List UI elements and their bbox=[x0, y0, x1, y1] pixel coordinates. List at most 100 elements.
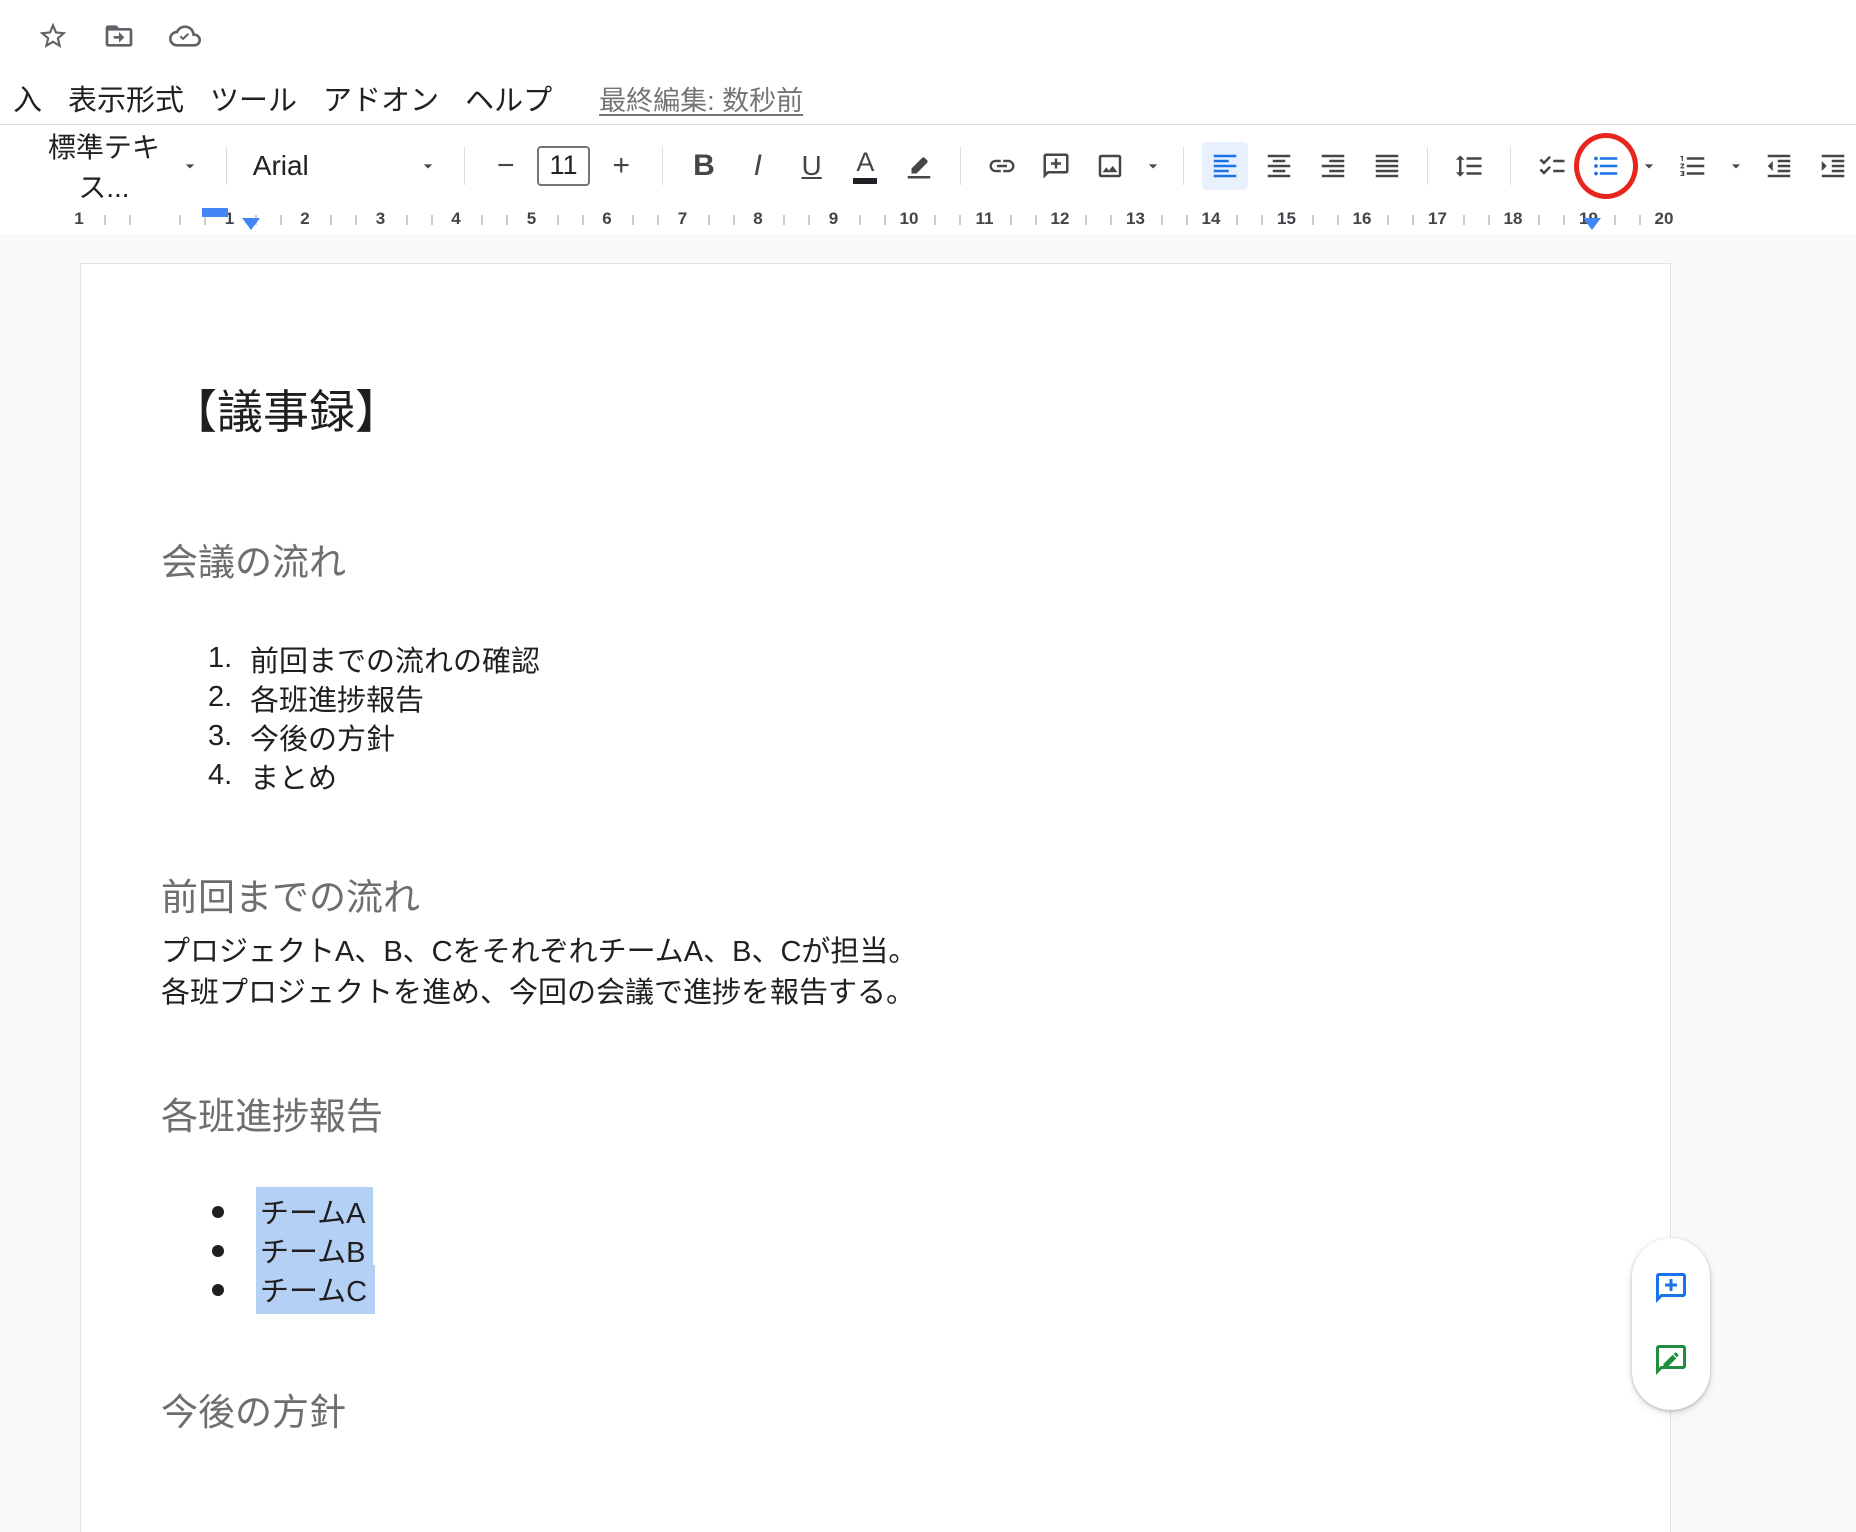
checklist-button[interactable] bbox=[1529, 142, 1575, 190]
ruler-number: 6 bbox=[602, 209, 611, 229]
heading-progress-report[interactable]: 各班進捗報告 bbox=[161, 1095, 383, 1139]
ruler-number: 14 bbox=[1202, 209, 1221, 229]
add-comment-fab[interactable] bbox=[1649, 1266, 1693, 1310]
last-edit-link[interactable]: 最終編集: 数秒前 bbox=[599, 79, 803, 118]
line-spacing-button[interactable] bbox=[1446, 142, 1492, 190]
ruler-tick bbox=[1035, 215, 1037, 225]
bold-glyph: B bbox=[693, 149, 715, 183]
ruler-tick bbox=[733, 215, 735, 225]
bulleted-list-button[interactable] bbox=[1583, 142, 1629, 190]
right-indent-marker[interactable] bbox=[1583, 218, 1601, 230]
numbered-list-icon bbox=[1678, 151, 1708, 181]
bold-button[interactable]: B bbox=[681, 142, 727, 190]
font-family-selector[interactable]: Arial bbox=[245, 142, 446, 190]
increase-font-size-button[interactable]: + bbox=[598, 142, 644, 190]
decrease-font-size-button[interactable]: − bbox=[483, 142, 529, 190]
agenda-number: 4. bbox=[208, 759, 250, 792]
image-icon bbox=[1095, 151, 1125, 181]
decrease-indent-button[interactable] bbox=[1756, 142, 1802, 190]
agenda-item[interactable]: 4.まとめ bbox=[208, 756, 540, 795]
link-icon bbox=[987, 151, 1017, 181]
ruler-tick bbox=[934, 215, 936, 225]
insert-image-menu-button[interactable] bbox=[1140, 142, 1165, 190]
insert-image-button[interactable] bbox=[1087, 142, 1133, 190]
document-page[interactable]: 【議事録】 会議の流れ 1.前回までの流れの確認2.各班進捗報告3.今後の方針4… bbox=[80, 263, 1671, 1532]
numbered-list-menu-button[interactable] bbox=[1723, 142, 1748, 190]
first-line-indent-marker[interactable] bbox=[202, 208, 228, 217]
italic-button[interactable]: I bbox=[735, 142, 781, 190]
ruler-tick bbox=[632, 215, 634, 225]
italic-glyph: I bbox=[754, 149, 762, 183]
align-justify-icon bbox=[1372, 151, 1402, 181]
ruler-tick bbox=[129, 215, 131, 225]
highlight-color-button[interactable] bbox=[896, 142, 942, 190]
suggest-edits-fab[interactable] bbox=[1649, 1338, 1693, 1382]
line-spacing-icon bbox=[1454, 151, 1484, 181]
text-color-button[interactable]: A bbox=[843, 142, 889, 190]
ruler-number: 15 bbox=[1277, 209, 1296, 229]
heading-previous-flow[interactable]: 前回までの流れ bbox=[161, 876, 420, 920]
heading-meeting-flow[interactable]: 会議の流れ bbox=[161, 541, 346, 585]
ruler-tick bbox=[1312, 215, 1314, 225]
agenda-text[interactable]: 各班進捗報告 bbox=[250, 677, 424, 719]
agenda-text[interactable]: まとめ bbox=[250, 755, 337, 797]
ruler-number: 16 bbox=[1353, 209, 1372, 229]
menu-item[interactable]: ツール bbox=[197, 77, 310, 119]
agenda-text[interactable]: 前回までの流れの確認 bbox=[250, 638, 540, 680]
numbered-list-button[interactable] bbox=[1670, 142, 1716, 190]
agenda-text[interactable]: 今後の方針 bbox=[250, 716, 395, 758]
paragraph-style-selector[interactable]: 標準テキス... bbox=[20, 142, 208, 190]
ruler-tick bbox=[406, 215, 408, 225]
topbar: 入表示形式ツールアドオンヘルプ 最終編集: 数秒前 標準テキス... Arial… bbox=[0, 0, 1856, 234]
insert-link-button[interactable] bbox=[979, 142, 1025, 190]
move-folder-icon[interactable] bbox=[102, 19, 136, 53]
agenda-item[interactable]: 3.今後の方針 bbox=[208, 717, 540, 756]
agenda-number: 2. bbox=[208, 681, 250, 714]
ruler-tick bbox=[330, 215, 332, 225]
toolbar-divider bbox=[960, 147, 961, 185]
paragraph-line[interactable]: プロジェクトA、B、CをそれぞれチームA、B、Cが担当。 bbox=[161, 932, 917, 973]
bullet-dot bbox=[212, 1206, 224, 1218]
ruler-tick bbox=[582, 215, 584, 225]
align-left-button[interactable] bbox=[1202, 142, 1248, 190]
menu-item[interactable]: 表示形式 bbox=[55, 77, 197, 119]
chevron-down-icon bbox=[180, 156, 200, 176]
menu-item[interactable]: 入 bbox=[0, 77, 55, 119]
ruler-tick bbox=[1387, 215, 1389, 225]
text-color-glyph: A bbox=[856, 148, 874, 176]
align-right-button[interactable] bbox=[1310, 142, 1356, 190]
underline-button[interactable]: U bbox=[789, 142, 835, 190]
menu-item[interactable]: アドオン bbox=[310, 77, 452, 119]
ruler-number: 20 bbox=[1655, 209, 1674, 229]
paragraph-line[interactable]: 各班プロジェクトを進め、今回の会議で進捗を報告する。 bbox=[161, 973, 917, 1014]
align-justify-button[interactable] bbox=[1364, 142, 1410, 190]
align-center-button[interactable] bbox=[1256, 142, 1302, 190]
toolbar-divider bbox=[1183, 147, 1184, 185]
ruler-tick bbox=[104, 215, 106, 225]
cloud-saved-icon[interactable] bbox=[168, 19, 202, 53]
font-size-input[interactable]: 11 bbox=[537, 146, 591, 186]
ruler-tick bbox=[1261, 215, 1263, 225]
team-text[interactable]: チームC bbox=[256, 1265, 375, 1314]
agenda-number: 3. bbox=[208, 720, 250, 753]
ruler-number: 7 bbox=[678, 209, 687, 229]
bulleted-list-menu-button[interactable] bbox=[1637, 142, 1662, 190]
bullet-dot bbox=[212, 1245, 224, 1257]
document-title[interactable]: 【議事録】 bbox=[171, 384, 401, 440]
previous-flow-paragraph: プロジェクトA、B、CをそれぞれチームA、B、Cが担当。各班プロジェクトを進め、… bbox=[161, 932, 917, 1014]
ruler-tick bbox=[959, 215, 961, 225]
left-indent-marker[interactable] bbox=[242, 218, 260, 230]
heading-future-policy[interactable]: 今後の方針 bbox=[161, 1391, 346, 1435]
ruler-number: 11 bbox=[976, 209, 994, 229]
star-icon[interactable] bbox=[36, 19, 70, 53]
menu-item[interactable]: ヘルプ bbox=[452, 77, 565, 119]
team-item[interactable]: チームC bbox=[208, 1270, 375, 1309]
ruler-tick bbox=[657, 215, 659, 225]
ruler-number: 8 bbox=[753, 209, 762, 229]
ruler[interactable]: 11234567891011121314151617181920 bbox=[0, 206, 1856, 234]
agenda-item[interactable]: 1.前回までの流れの確認 bbox=[208, 639, 540, 678]
titlebar-quick-actions bbox=[0, 0, 1856, 72]
add-comment-button[interactable] bbox=[1033, 142, 1079, 190]
agenda-item[interactable]: 2.各班進捗報告 bbox=[208, 678, 540, 717]
increase-indent-button[interactable] bbox=[1810, 142, 1856, 190]
